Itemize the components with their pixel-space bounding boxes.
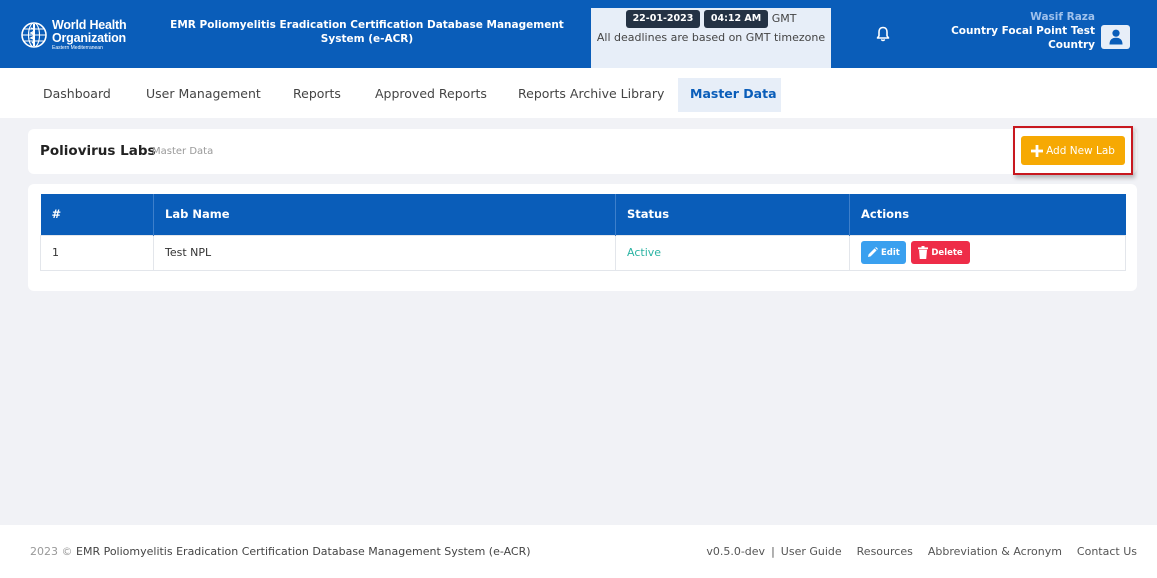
labs-table-card: # Lab Name Status Actions 1 Test NPL Act…	[28, 184, 1137, 291]
top-header: World Health Organization Eastern Medite…	[0, 0, 1157, 68]
app-title: EMR Poliomyelitis Eradication Certificat…	[170, 19, 564, 45]
nav-reports-archive-library[interactable]: Reports Archive Library	[506, 78, 676, 112]
page-title: Poliovirus Labs	[40, 143, 156, 159]
logo-line3: Eastern Mediterranean	[52, 45, 103, 51]
user-name: Wasif Raza	[1030, 11, 1095, 23]
time-badge: 04:12 AM	[703, 10, 769, 28]
user-role-line2: Country	[1048, 39, 1095, 51]
footer-link-user-guide[interactable]: User Guide	[781, 545, 842, 558]
footer: 2023 © EMR Poliomyelitis Eradication Cer…	[0, 525, 1157, 578]
version-label: v0.5.0-dev	[706, 545, 766, 558]
cell-actions: Edit Delete	[849, 234, 1126, 271]
delete-label: Delete	[931, 247, 963, 258]
nav-reports[interactable]: Reports	[281, 78, 353, 112]
edit-label: Edit	[881, 247, 900, 258]
footer-links: v0.5.0-dev | User Guide Resources Abbrev…	[706, 545, 1137, 558]
user-role: Country Focal Point Test	[951, 25, 1095, 37]
copyright-year: 2023 ©	[30, 545, 73, 558]
edit-button[interactable]: Edit	[861, 241, 906, 264]
delete-button[interactable]: Delete	[911, 241, 970, 264]
avatar[interactable]	[1101, 25, 1130, 49]
logo-line2: Organization	[52, 30, 126, 45]
deadline-note: All deadlines are based on GMT timezone	[596, 31, 826, 44]
table-row: 1 Test NPL Active Edit Delete	[40, 234, 1126, 271]
col-header-actions: Actions	[849, 194, 1126, 235]
col-header-number: #	[40, 194, 154, 235]
nav-user-management[interactable]: User Management	[134, 78, 273, 112]
page-header-card: Poliovirus Labs Master Data	[28, 129, 1137, 174]
table-header-row: # Lab Name Status Actions	[40, 194, 1126, 235]
footer-link-abbreviation[interactable]: Abbreviation & Acronym	[928, 545, 1062, 558]
logo-line1: World Health	[52, 18, 127, 32]
nav-master-data[interactable]: Master Data	[678, 78, 781, 112]
cell-number: 1	[40, 234, 154, 271]
col-header-status: Status	[615, 194, 850, 235]
footer-separator: |	[771, 545, 775, 558]
labs-table: # Lab Name Status Actions 1 Test NPL Act…	[40, 194, 1126, 271]
cell-status: Active	[615, 234, 850, 271]
who-logo[interactable]: World Health Organization Eastern Medite…	[20, 13, 144, 57]
trash-icon	[918, 246, 929, 259]
date-badge: 22-01-2023	[625, 10, 701, 28]
deadline-info: 22-01-2023 04:12 AM GMT All deadlines ar…	[591, 8, 831, 68]
footer-link-contact-us[interactable]: Contact Us	[1077, 545, 1137, 558]
nav-dashboard[interactable]: Dashboard	[31, 78, 123, 112]
nav-approved-reports[interactable]: Approved Reports	[363, 78, 499, 112]
page-breadcrumb: Master Data	[152, 146, 214, 157]
user-info[interactable]: Wasif Raza Country Focal Point Test Coun…	[951, 10, 1095, 52]
add-new-lab-label: Add New Lab	[1046, 144, 1115, 157]
col-header-lab-name: Lab Name	[153, 194, 616, 235]
copyright-text: EMR Poliomyelitis Eradication Certificat…	[76, 545, 531, 558]
main-nav: Dashboard User Management Reports Approv…	[0, 68, 1157, 118]
cell-lab-name: Test NPL	[153, 234, 616, 271]
who-logo-icon	[21, 22, 47, 48]
bell-icon[interactable]	[876, 26, 890, 42]
user-icon	[1109, 29, 1122, 45]
footer-link-resources[interactable]: Resources	[857, 545, 913, 558]
plus-icon	[1031, 144, 1044, 157]
footer-copyright: 2023 © EMR Poliomyelitis Eradication Cer…	[30, 545, 531, 558]
timezone-label: GMT	[771, 12, 797, 25]
pencil-icon	[868, 247, 878, 257]
add-new-lab-button[interactable]: Add New Lab	[1021, 136, 1125, 165]
